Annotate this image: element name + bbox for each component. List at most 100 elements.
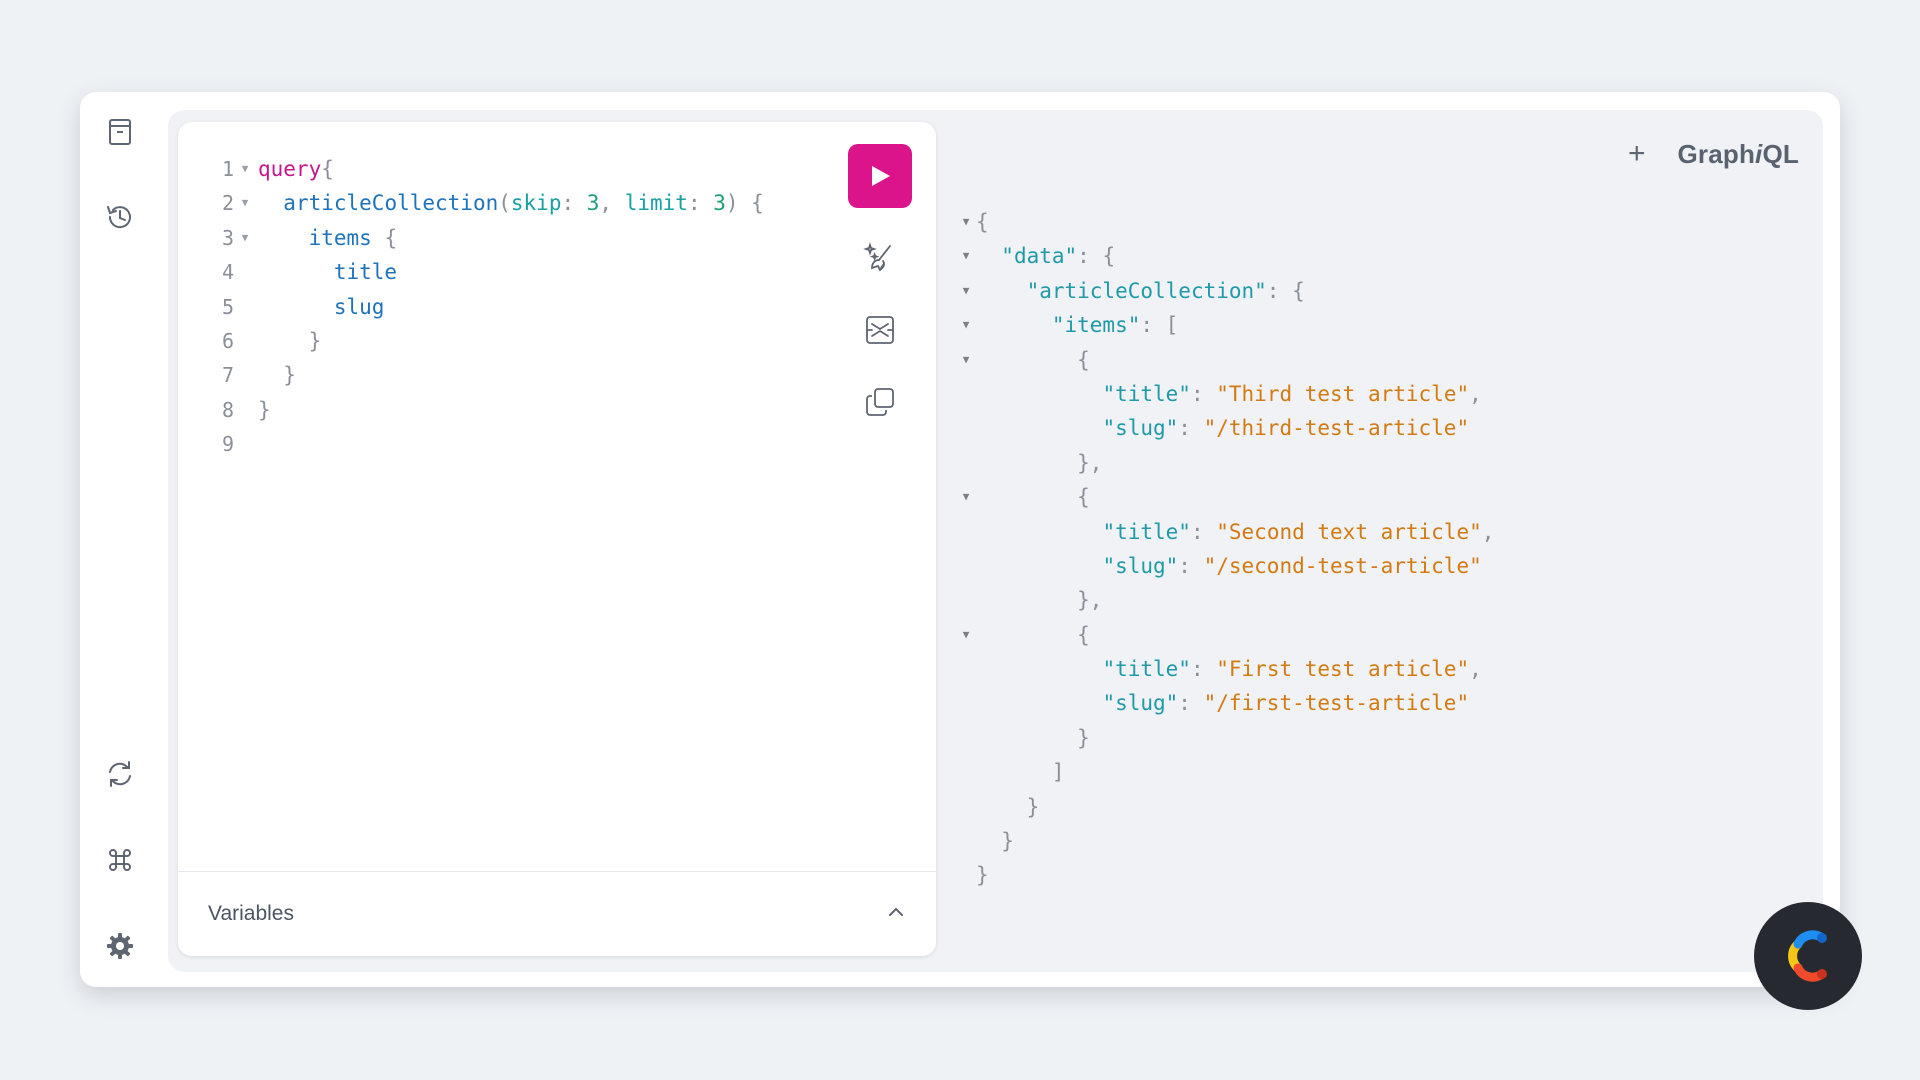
result-token: :	[1178, 416, 1204, 441]
result-token: : {	[1266, 278, 1305, 303]
fold-arrow-icon[interactable]: ▼	[958, 343, 974, 377]
query-token	[258, 295, 334, 319]
result-line: "title": "Second text article",	[958, 515, 1778, 549]
result-token: "Third test article"	[1216, 381, 1470, 406]
fold-arrow-icon[interactable]: ▼	[238, 152, 252, 186]
history-button[interactable]	[100, 197, 140, 237]
result-token: ,	[1469, 381, 1482, 406]
docs-button[interactable]	[100, 112, 140, 152]
query-token	[258, 329, 309, 353]
fold-arrow-icon[interactable]: ▼	[238, 186, 252, 220]
result-token: "title"	[1102, 657, 1191, 682]
query-editor[interactable]: 1 ▼ query{2 ▼ articleCollection(skip: 3, li…	[178, 122, 936, 956]
result-text: "articleCollection": {	[976, 274, 1305, 308]
fold-arrow-icon[interactable]: ▼	[958, 308, 974, 342]
line-number: 6	[221, 328, 234, 353]
fold-arrow-icon[interactable]: ▼	[958, 205, 974, 239]
result-text: "slug": "/second-test-article"	[976, 549, 1481, 583]
result-text: },	[976, 446, 1102, 480]
result-text: {	[976, 480, 1090, 514]
query-token: title	[333, 260, 398, 285]
fold-arrow-icon[interactable]: ▼	[958, 239, 974, 273]
code-line: 6 }	[178, 324, 818, 358]
result-token: }	[976, 863, 989, 888]
shortcuts-button[interactable]	[100, 840, 140, 880]
variables-tab[interactable]: Variables	[208, 902, 294, 926]
query-token: }	[283, 363, 296, 388]
result-token: {	[976, 210, 989, 234]
code-text: }	[258, 358, 296, 392]
result-text: "slug": "/third-test-article"	[976, 411, 1469, 445]
line-number: 1	[221, 157, 234, 181]
fold-arrow-icon[interactable]: ▼	[958, 618, 974, 652]
result-text: ]	[976, 755, 1065, 789]
result-token: {	[1077, 622, 1090, 647]
result-line: }	[958, 824, 1778, 858]
query-token: {	[371, 225, 398, 250]
docs-icon	[109, 119, 131, 145]
query-token	[258, 260, 334, 284]
code-line: 9	[178, 427, 818, 461]
result-token: },	[1077, 450, 1103, 475]
result-token: "title"	[1102, 519, 1191, 544]
code-line: 5 slug	[178, 290, 818, 324]
history-icon	[107, 206, 131, 229]
query-token: }	[258, 397, 271, 422]
result-line: ▼ {	[958, 618, 1778, 652]
result-token: }	[1026, 794, 1040, 819]
line-number: 3	[221, 225, 234, 250]
result-token: "title"	[1102, 381, 1191, 406]
query-code[interactable]: 1 ▼ query{2 ▼ articleCollection(skip: 3, li…	[178, 152, 818, 462]
result-token	[976, 588, 1077, 612]
result-token: "data"	[1001, 244, 1078, 269]
result-text: "title": "First test article",	[976, 652, 1482, 686]
query-token: :	[561, 191, 587, 216]
result-token: "/third-test-article"	[1203, 416, 1470, 441]
copy-icon	[866, 388, 894, 416]
copy-query-button[interactable]	[848, 380, 912, 424]
contentful-badge[interactable]	[1754, 902, 1862, 1010]
result-line: "slug": "/second-test-article"	[958, 549, 1778, 583]
result-line: },	[958, 583, 1778, 617]
result-text: "title": "Second text article",	[976, 515, 1494, 549]
query-token: (	[498, 191, 511, 216]
prettify-icon	[863, 242, 891, 272]
result-text: }	[976, 824, 1014, 858]
result-token: ,	[1469, 657, 1482, 682]
run-button[interactable]	[848, 144, 912, 208]
result-text: }	[976, 858, 989, 892]
add-tab-button[interactable]: +	[1628, 139, 1646, 169]
refetch-schema-icon	[109, 761, 131, 787]
result-token: :	[1178, 691, 1204, 716]
result-token	[976, 726, 1077, 750]
result-token	[976, 416, 1102, 440]
fold-arrow-icon[interactable]: ▼	[958, 274, 974, 308]
refetch-schema-button[interactable]	[100, 754, 140, 794]
prettify-button[interactable]	[848, 236, 912, 280]
fold-arrow-icon[interactable]: ▼	[238, 221, 252, 255]
query-token	[258, 191, 283, 215]
result-token	[976, 623, 1077, 647]
result-text: },	[976, 583, 1102, 617]
fold-arrow-icon[interactable]: ▼	[958, 480, 974, 514]
merge-fragments-button[interactable]	[848, 308, 912, 352]
variables-panel[interactable]: Variables	[178, 871, 936, 956]
result-token	[976, 795, 1027, 819]
result-token	[976, 760, 1052, 784]
result-line: "slug": "/first-test-article"	[958, 686, 1778, 720]
query-token	[258, 226, 309, 250]
code-text: }	[258, 324, 322, 358]
result-line: ▼ "articleCollection": {	[958, 274, 1778, 308]
editor-toolbar	[848, 144, 914, 424]
result-token: "First test article"	[1216, 657, 1470, 682]
result-token	[976, 657, 1102, 681]
query-token: 3	[713, 191, 726, 216]
result-token: :	[1190, 657, 1217, 682]
code-text: query{	[258, 152, 334, 186]
session-pane: 1 ▼ query{2 ▼ articleCollection(skip: 3, li…	[168, 110, 1823, 972]
settings-button[interactable]	[100, 926, 140, 966]
line-number: 4	[221, 260, 234, 285]
chevron-up-icon[interactable]	[884, 900, 908, 924]
line-number: 7	[221, 363, 234, 388]
result-line: }	[958, 858, 1778, 892]
